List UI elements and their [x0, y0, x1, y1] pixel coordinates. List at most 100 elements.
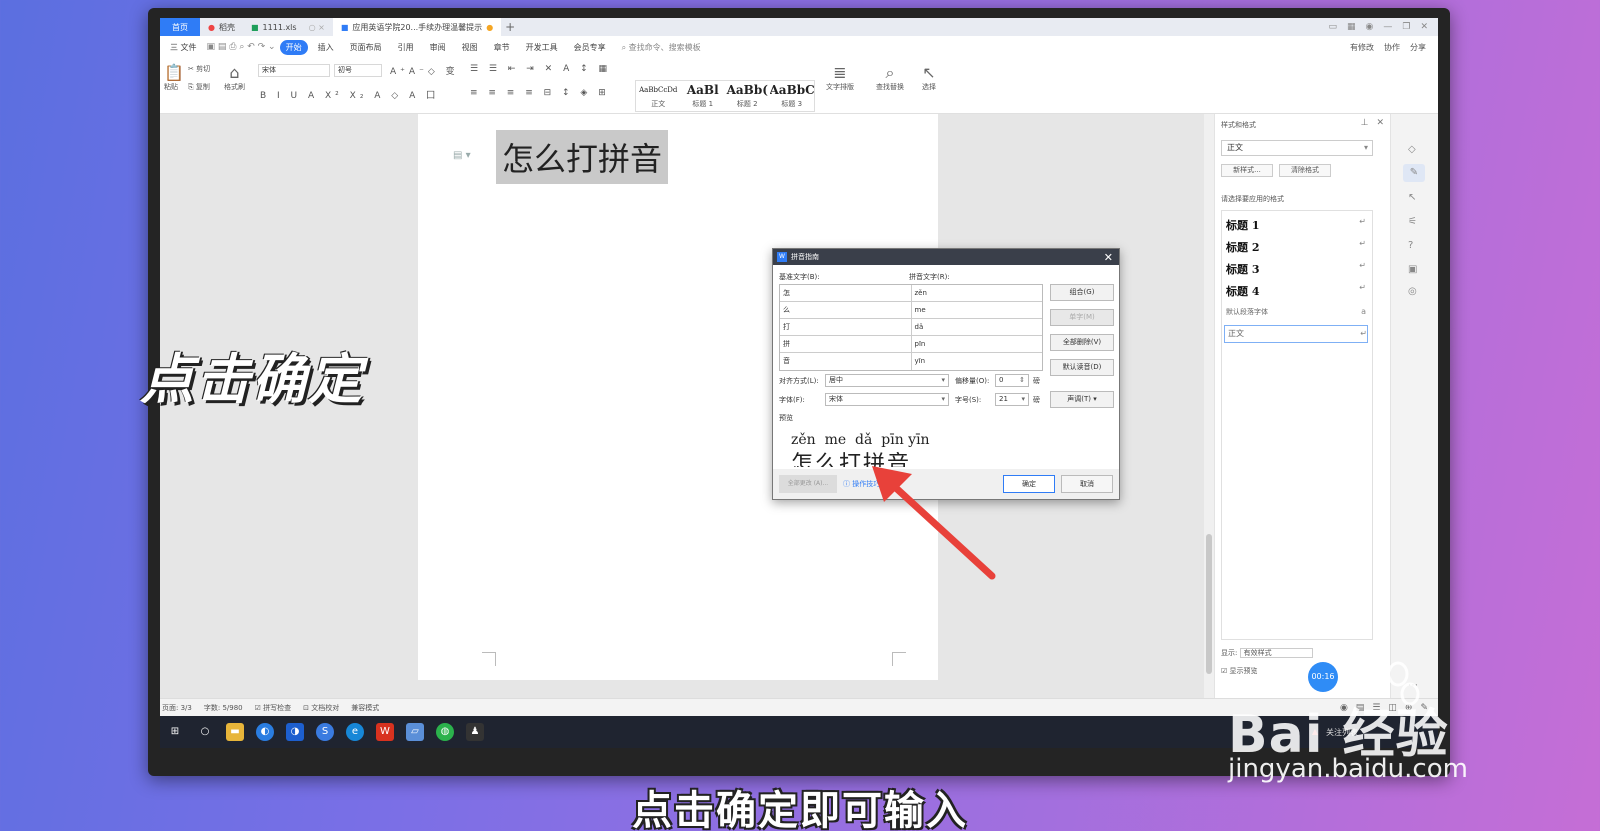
- wechat-icon[interactable]: ◍: [436, 723, 454, 741]
- cut-button[interactable]: ✂ 剪切: [188, 64, 210, 74]
- clear-format-button[interactable]: 清除格式: [1279, 164, 1331, 177]
- paragraph-align-icons[interactable]: ≡ ≡ ≡ ≡ ⊟ ↕ ◈ ⊞: [470, 88, 610, 98]
- tone-button[interactable]: 声调(T) ▾: [1050, 391, 1114, 408]
- vertical-scrollbar[interactable]: [1204, 114, 1214, 698]
- doc-proof[interactable]: ⊡ 文档校对: [303, 703, 339, 713]
- dialog-close-icon[interactable]: ✕: [1104, 251, 1113, 264]
- edge-chromium-icon[interactable]: e: [346, 723, 364, 741]
- quick-access-icons[interactable]: ▣ ▤ ⎙ ⌕ ↶ ↷ ⌄: [207, 42, 276, 52]
- tab-document[interactable]: ■ 应用英语学院20...手续办理温馨提示 ●: [332, 18, 502, 36]
- adjust-icon[interactable]: ⚟: [1408, 216, 1417, 227]
- edge-icon[interactable]: ◑: [286, 723, 304, 741]
- avatar[interactable]: ◉: [1366, 22, 1374, 32]
- copy-button[interactable]: ⎘ 复制: [188, 82, 210, 92]
- paste-group[interactable]: 📋 粘贴: [164, 64, 184, 92]
- menu-item-insert[interactable]: 插入: [312, 40, 340, 55]
- windows-start-icon[interactable]: ⊞: [166, 723, 184, 741]
- menu-item-layout[interactable]: 页面布局: [344, 40, 388, 55]
- image-icon[interactable]: ▣: [1408, 264, 1417, 275]
- cancel-button[interactable]: 取消: [1061, 475, 1113, 493]
- base-text-cell[interactable]: 拼: [780, 336, 911, 352]
- style-normal[interactable]: AaBbCcDd 正文: [636, 81, 681, 111]
- has-changes-button[interactable]: 有修改: [1350, 42, 1374, 53]
- pin-icon[interactable]: ⊥: [1361, 118, 1369, 128]
- selected-heading-text[interactable]: 怎么打拼音: [496, 130, 669, 184]
- current-style-select[interactable]: 正文 ▾: [1221, 140, 1373, 156]
- help-icon[interactable]: ?: [1408, 240, 1413, 251]
- style-list-item[interactable]: 默认段落字体 a: [1226, 307, 1366, 317]
- base-text-cell[interactable]: 音: [780, 353, 911, 370]
- base-text-cell[interactable]: 怎: [780, 285, 911, 301]
- font-select[interactable]: 宋体 ▾: [825, 393, 949, 406]
- ok-button[interactable]: 确定: [1003, 475, 1055, 493]
- scrollbar-thumb[interactable]: [1206, 534, 1212, 674]
- pinyin-text-cell[interactable]: me: [910, 302, 1043, 318]
- pinyin-text-cell[interactable]: pīn: [910, 336, 1043, 352]
- location-icon[interactable]: ◎: [1408, 286, 1417, 297]
- browser-icon[interactable]: ◐: [256, 723, 274, 741]
- size-select[interactable]: 21 ▾: [995, 393, 1029, 406]
- style-list-item[interactable]: 标题 1 ↵: [1226, 217, 1366, 233]
- share-button[interactable]: 分享: [1410, 42, 1426, 53]
- text-layout-button[interactable]: ≣ 文字排版: [826, 64, 854, 92]
- menu-item-section[interactable]: 章节: [488, 40, 516, 55]
- spell-check[interactable]: ☑ 拼写检查: [255, 703, 292, 713]
- command-search[interactable]: ⌕ 查找命令、搜索模板: [622, 42, 701, 53]
- pinyin-text-cell[interactable]: zěn: [910, 285, 1043, 301]
- default-reading-button[interactable]: 默认读音(D): [1050, 359, 1114, 376]
- word-count[interactable]: 字数: 5/980: [204, 703, 243, 713]
- collaborate-button[interactable]: 协作: [1384, 42, 1400, 53]
- wps-icon[interactable]: W: [376, 723, 394, 741]
- close-panel-icon[interactable]: ✕: [1376, 118, 1384, 128]
- sogou-icon[interactable]: S: [316, 723, 334, 741]
- menu-item-home[interactable]: 开始: [279, 39, 308, 55]
- font-size-select[interactable]: 初号: [334, 64, 382, 77]
- app-icon[interactable]: ▱: [406, 723, 424, 741]
- style-heading-3[interactable]: AaBbC 标题 3: [770, 81, 815, 111]
- file-menu[interactable]: 三 文件: [164, 40, 203, 55]
- new-style-button[interactable]: 新样式...: [1221, 164, 1273, 177]
- format-painter-button[interactable]: ⌂ 格式刷: [224, 64, 245, 92]
- offset-stepper[interactable]: 0 ⇕: [995, 374, 1029, 387]
- base-text-cell[interactable]: 打: [780, 319, 911, 335]
- edit-icon[interactable]: ✎: [1403, 164, 1425, 182]
- stepper-icon[interactable]: ⇕: [1019, 375, 1025, 386]
- font-style-icons[interactable]: B I U A X² X₂ A ◇ A 囗: [260, 88, 439, 101]
- apply-all-button[interactable]: 全部更改 (A)...: [779, 475, 837, 493]
- tab-docer[interactable]: ● 稻壳: [200, 18, 243, 36]
- restore-icon[interactable]: ❐: [1402, 22, 1410, 32]
- pinyin-text-cell[interactable]: dǎ: [910, 319, 1043, 335]
- list-icons[interactable]: ☰ ☰ ⇤ ⇥ ✕ A ↕ ▦: [470, 64, 611, 74]
- layout-icon[interactable]: ▭: [1328, 22, 1337, 32]
- menu-item-review[interactable]: 审阅: [424, 40, 452, 55]
- menu-item-view[interactable]: 视图: [456, 40, 484, 55]
- font-resize-icons[interactable]: A⁺A⁻◇ 变: [390, 64, 459, 77]
- base-text-cell[interactable]: 么: [780, 302, 911, 318]
- show-filter[interactable]: 显示: 有效样式: [1221, 648, 1313, 658]
- font-name-select[interactable]: 宋体: [258, 64, 330, 77]
- menu-item-member[interactable]: 会员专享: [568, 40, 612, 55]
- close-window-icon[interactable]: ✕: [1420, 22, 1428, 32]
- style-heading-1[interactable]: AaBl 标题 1: [681, 81, 726, 111]
- select-button[interactable]: ↖ 选择: [922, 64, 936, 92]
- tab-close-icon[interactable]: ○ ×: [309, 23, 325, 32]
- single-char-button[interactable]: 单字(M): [1050, 309, 1114, 326]
- menu-item-references[interactable]: 引用: [392, 40, 420, 55]
- show-preview-checkbox[interactable]: ☑ 显示预览: [1221, 666, 1258, 676]
- menu-item-dev[interactable]: 开发工具: [520, 40, 564, 55]
- pinyin-text-cell[interactable]: yīn: [910, 353, 1043, 370]
- combine-button[interactable]: 组合(G): [1050, 284, 1114, 301]
- select-icon[interactable]: ↖: [1408, 192, 1416, 203]
- style-icon[interactable]: ◇: [1408, 144, 1416, 155]
- tips-link[interactable]: ⓘ 操作技巧: [843, 479, 880, 489]
- style-list-item-selected[interactable]: 正文 ↵: [1224, 325, 1368, 343]
- style-heading-2[interactable]: AaBb(标题 2: [725, 81, 770, 111]
- find-replace-button[interactable]: ⌕ 查找替换: [876, 64, 904, 92]
- minimize-icon[interactable]: —: [1383, 22, 1392, 32]
- style-list-item[interactable]: 标题 4 ↵: [1226, 283, 1366, 299]
- search-circle-icon[interactable]: ○: [196, 723, 214, 741]
- paragraph-marker-icon[interactable]: ▤ ▾: [453, 150, 471, 161]
- qq-icon[interactable]: ♟: [466, 723, 484, 741]
- align-select[interactable]: 居中 ▾: [825, 374, 949, 387]
- folder-icon[interactable]: ▬: [226, 723, 244, 741]
